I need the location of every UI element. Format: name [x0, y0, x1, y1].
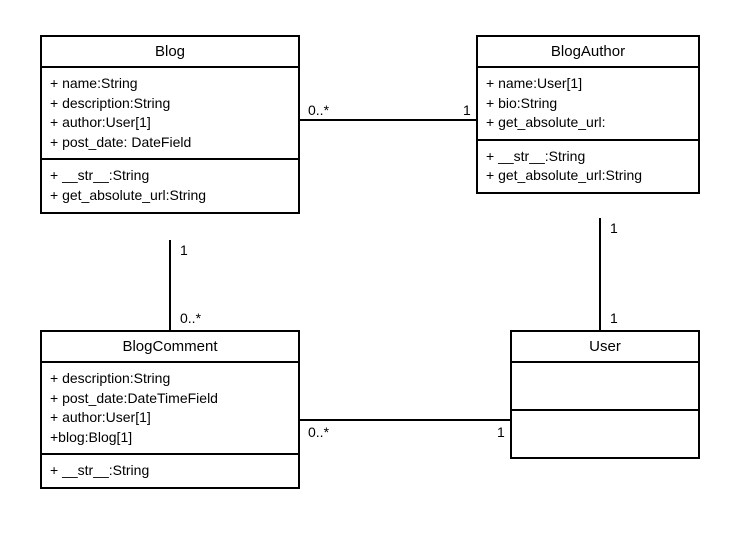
class-user-methods	[512, 411, 698, 457]
class-blogcomment-attributes: + description:String + post_date:DateTim…	[42, 363, 298, 455]
method: + __str__:String	[486, 147, 690, 167]
class-blogauthor-title: BlogAuthor	[478, 37, 698, 68]
method: + get_absolute_url:String	[486, 166, 690, 186]
attribute: +blog:Blog[1]	[50, 428, 290, 448]
method: + get_absolute_url:String	[50, 186, 290, 206]
class-blogcomment-methods: + __str__:String	[42, 455, 298, 487]
mult-blogauthor-user-top: 1	[608, 220, 620, 236]
attribute: + description:String	[50, 369, 290, 389]
class-blogcomment: BlogComment + description:String + post_…	[40, 330, 300, 489]
method: + __str__:String	[50, 461, 290, 481]
class-user-title: User	[512, 332, 698, 363]
class-blog: Blog + name:String + description:String …	[40, 35, 300, 214]
mult-blogauthor-user-bottom: 1	[608, 310, 620, 326]
mult-blog-blogcomment-top: 1	[178, 242, 190, 258]
class-blogauthor-methods: + __str__:String + get_absolute_url:Stri…	[478, 141, 698, 192]
mult-blogcomment-user-right: 1	[495, 424, 507, 440]
class-blogauthor-attributes: + name:User[1] + bio:String + get_absolu…	[478, 68, 698, 141]
attribute: + get_absolute_url:	[486, 113, 690, 133]
attribute: + description:String	[50, 94, 290, 114]
method: + __str__:String	[50, 166, 290, 186]
attribute: + bio:String	[486, 94, 690, 114]
class-user-attributes	[512, 363, 698, 411]
mult-blog-blogauthor-left: 0..*	[306, 102, 331, 118]
class-blogcomment-title: BlogComment	[42, 332, 298, 363]
attribute: + author:User[1]	[50, 113, 290, 133]
class-user: User	[510, 330, 700, 459]
class-blogauthor: BlogAuthor + name:User[1] + bio:String +…	[476, 35, 700, 194]
attribute: + author:User[1]	[50, 408, 290, 428]
mult-blog-blogauthor-right: 1	[461, 102, 473, 118]
mult-blogcomment-user-left: 0..*	[306, 424, 331, 440]
class-blog-methods: + __str__:String + get_absolute_url:Stri…	[42, 160, 298, 211]
attribute: + post_date: DateField	[50, 133, 290, 153]
attribute: + name:User[1]	[486, 74, 690, 94]
attribute: + post_date:DateTimeField	[50, 389, 290, 409]
class-blog-title: Blog	[42, 37, 298, 68]
attribute: + name:String	[50, 74, 290, 94]
mult-blog-blogcomment-bottom: 0..*	[178, 310, 203, 326]
class-blog-attributes: + name:String + description:String + aut…	[42, 68, 298, 160]
